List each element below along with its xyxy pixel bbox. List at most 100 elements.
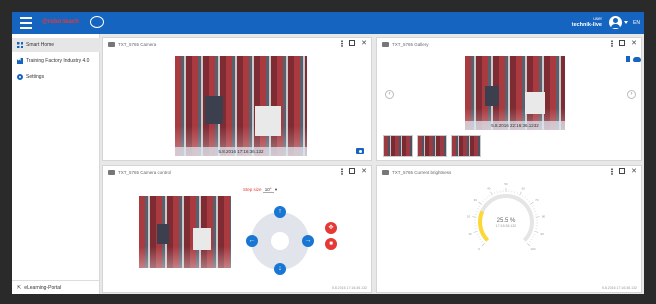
brightness-time: 17:16:36.132 — [495, 224, 517, 228]
panel-title: TXT_5765 Camera control — [118, 169, 172, 175]
panel-header: TXT_5765 Camera control — [103, 166, 371, 178]
gauge-tick-label: 20 — [467, 214, 470, 218]
sidebar-item-label: Settings — [26, 74, 45, 80]
brightness-value: 25.5 % 17:16:36.132 — [481, 218, 531, 228]
gauge-tick — [516, 192, 518, 195]
gauge-tick — [477, 236, 480, 238]
panel-header: TXT_5765 Current brightness — [377, 166, 641, 178]
gallery-thumbnail[interactable] — [383, 135, 413, 157]
factory-icon — [17, 58, 23, 64]
gallery-thumbnail[interactable] — [417, 135, 447, 157]
center-position-button[interactable]: ✥ — [325, 222, 337, 234]
close-icon[interactable]: ✕ — [631, 40, 637, 47]
stop-button[interactable]: ■ — [325, 238, 337, 250]
external-link-icon: ⇱ — [17, 284, 22, 291]
brand-logo-icon — [90, 16, 104, 28]
gauge-tick — [488, 194, 491, 197]
step-size-select[interactable]: 10° — [262, 187, 274, 193]
chevron-down-icon[interactable]: ▾ — [275, 187, 277, 192]
gallery-panel: TXT_5765 Gallery ✕ ‹ › 5.8.2016 22:16:36… — [376, 37, 642, 161]
gauge-tick — [533, 208, 536, 210]
gauge-tick-label: 0 — [478, 247, 480, 251]
gauge-tick — [534, 230, 539, 233]
gauge-tick — [519, 191, 522, 196]
panel-tools: ✕ — [341, 168, 367, 175]
gauge-tick — [529, 241, 531, 243]
gauge-tick — [481, 241, 483, 243]
brightness-panel: TXT_5765 Current brightness ✕ 0 10 20 30 40 5… — [376, 165, 642, 293]
gauge-tick — [476, 208, 479, 210]
elearning-portal-link[interactable]: ⇱ eLearning-Portal — [12, 280, 100, 294]
gauge-tick — [486, 196, 488, 199]
panel-title: TXT_5765 Gallery — [392, 41, 429, 47]
gauge-tick-label: 80 — [542, 214, 545, 218]
gauge-tick — [527, 243, 531, 247]
gauge-tick — [478, 201, 482, 205]
gauge-tick — [514, 191, 516, 194]
close-icon[interactable]: ✕ — [361, 168, 367, 175]
gauge-tick — [528, 200, 531, 203]
panel-title: TXT_5765 Camera — [118, 41, 157, 47]
sidebar-item-label: Training Factory Industry 4.0 — [26, 58, 90, 64]
tilt-down-button[interactable]: ↓ — [274, 263, 286, 275]
more-options-icon[interactable] — [611, 40, 614, 47]
more-options-icon[interactable] — [611, 168, 614, 175]
close-icon[interactable]: ✕ — [361, 40, 367, 47]
gauge-tick — [481, 243, 485, 247]
camera-live-image: 5.8.2016 17:16:36.132 — [175, 56, 307, 156]
chevron-down-icon[interactable] — [624, 21, 628, 24]
menu-icon[interactable] — [20, 17, 32, 29]
sidebar-item-smart-home[interactable]: Smart Home — [12, 38, 100, 52]
gauge-tick — [531, 205, 534, 207]
chevron-right-icon[interactable]: › — [627, 90, 636, 99]
gallery-thumbnail[interactable] — [451, 135, 481, 157]
sidebar-item-training-factory[interactable]: Training Factory Industry 4.0 — [12, 54, 100, 68]
close-icon[interactable]: ✕ — [631, 168, 637, 175]
gauge-tick-label: 50 — [504, 182, 508, 186]
gauge-tick-label: 60 — [522, 186, 526, 190]
gauge-tick — [526, 198, 529, 201]
camera-timestamp: 5.8.2016 17:16:36.132 — [175, 147, 307, 156]
panel-tools: ✕ — [341, 40, 367, 47]
panel-tools: ✕ — [611, 40, 637, 47]
gauge-tick — [481, 200, 484, 203]
maximize-icon[interactable] — [349, 168, 356, 174]
cloud-download-icon[interactable] — [633, 57, 641, 62]
panel-timestamp: 5.8.2016 17:16:36.132 — [331, 286, 367, 290]
pan-right-button[interactable]: → — [302, 235, 314, 247]
gauge-tick — [475, 211, 478, 212]
panel-header: TXT_5765 Gallery — [377, 38, 641, 50]
maximize-icon[interactable] — [619, 168, 626, 174]
maximize-icon[interactable] — [619, 40, 626, 46]
panel-title: TXT_5765 Current brightness — [392, 169, 452, 175]
gauge-tick — [530, 201, 534, 205]
language-selector[interactable]: EN — [633, 20, 640, 26]
camera-control-panel: TXT_5765 Camera control ✕ Step size 10° … — [102, 165, 372, 293]
pan-left-button[interactable]: ← — [246, 235, 258, 247]
gauge-tick — [472, 216, 477, 218]
gauge-tick-label: 90 — [540, 232, 544, 236]
app-window: @robo:teach user technik-live EN Smart H… — [12, 12, 644, 294]
panel-timestamp: 5.8.2016 17:16:36.132 — [601, 286, 637, 290]
camera-icon — [108, 41, 115, 47]
gallery-image: 5.8.2016 22:16:36.1232 — [465, 56, 565, 130]
gauge-tick — [478, 205, 481, 207]
tilt-up-button[interactable]: ↑ — [274, 206, 286, 218]
gauge-tick — [479, 238, 482, 241]
chevron-left-icon[interactable]: ‹ — [385, 90, 394, 99]
delete-icon[interactable] — [626, 56, 630, 62]
step-size-control: Step size 10° ▾ — [243, 187, 277, 193]
maximize-icon[interactable] — [349, 40, 356, 46]
gauge-tick — [496, 191, 498, 194]
sidebar-item-settings[interactable]: Settings — [12, 70, 100, 84]
gauge-tick — [476, 233, 479, 235]
top-bar: @robo:teach user technik-live EN — [12, 12, 644, 34]
gauge-tick-label: 70 — [535, 198, 539, 202]
more-options-icon[interactable] — [341, 40, 344, 47]
camera-control-image — [139, 196, 231, 268]
more-options-icon[interactable] — [341, 168, 344, 175]
avatar-icon[interactable] — [609, 16, 622, 29]
camera-snapshot-icon[interactable] — [356, 148, 364, 154]
gauge-tick — [483, 198, 486, 201]
camera-icon — [108, 169, 115, 175]
